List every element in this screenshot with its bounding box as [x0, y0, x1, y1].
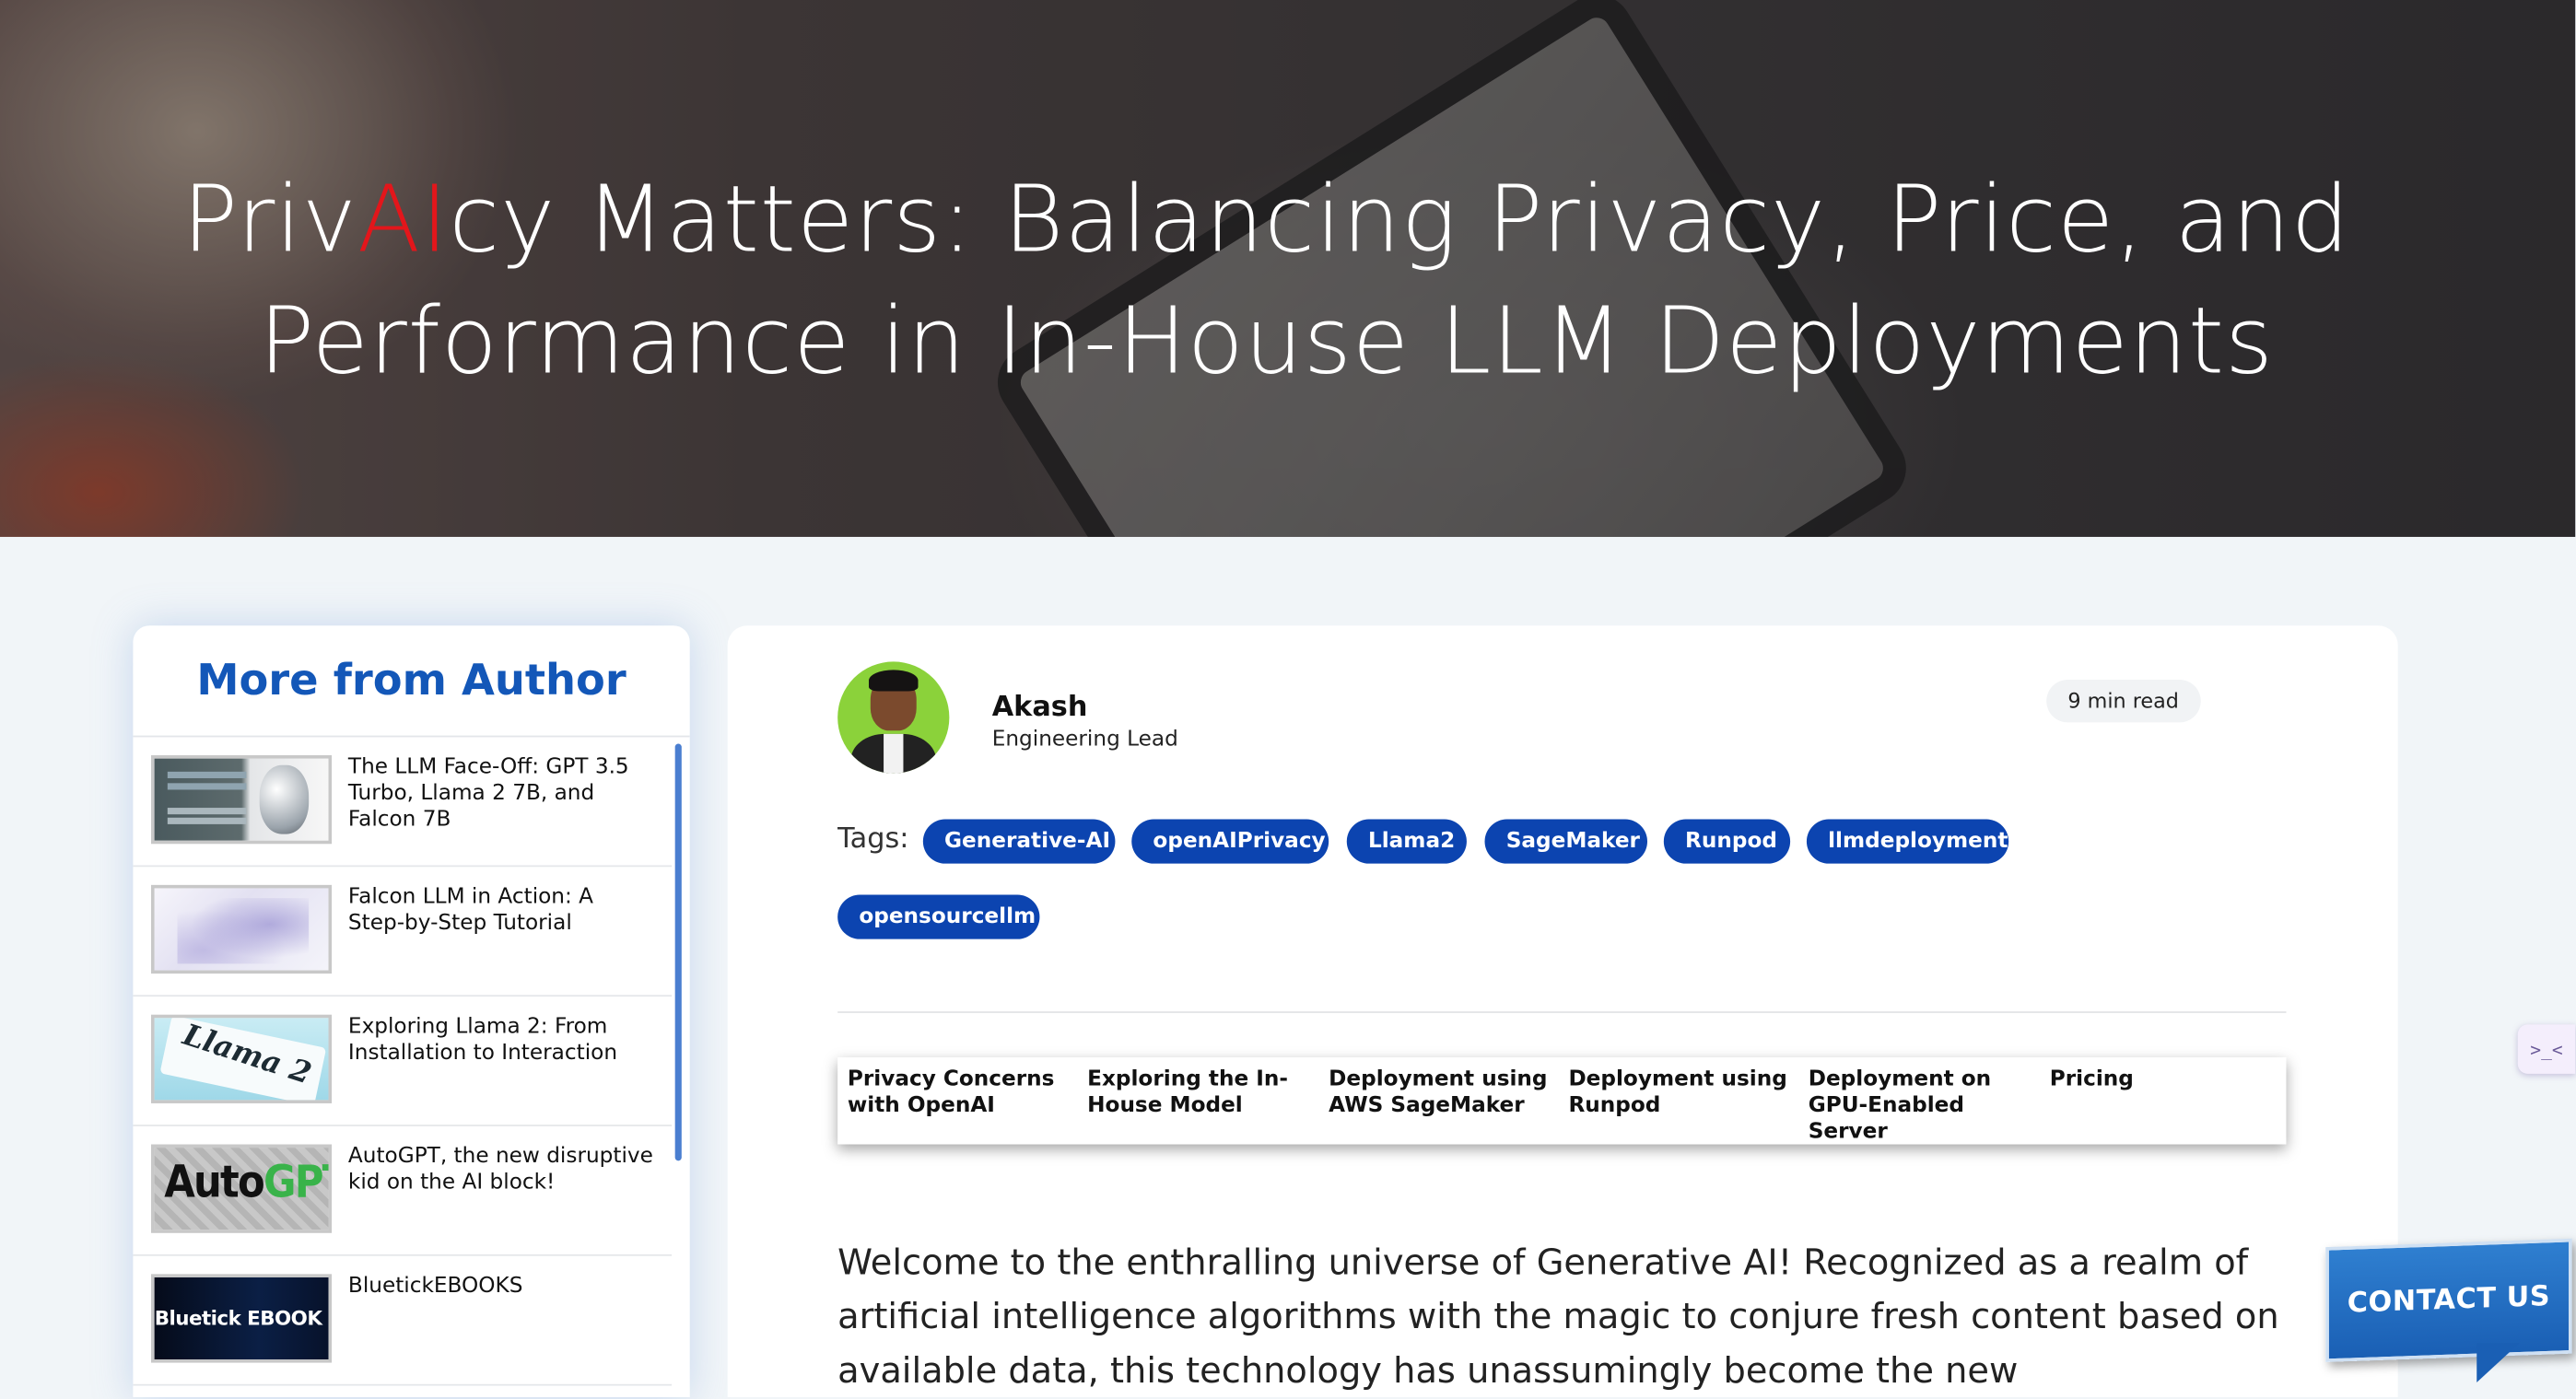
tag-runpod[interactable]: Runpod — [1663, 819, 1791, 864]
toc-item-pricing[interactable]: Pricing — [2050, 1067, 2273, 1094]
widget-icon: >_< — [2530, 1038, 2563, 1060]
hero-banner: PrivAIcy Matters: Balancing Privacy, Pri… — [0, 0, 2576, 537]
more-from-author-panel: More from Author The LLM Face-Off: GPT 3… — [133, 625, 690, 1398]
toc-item-gpu-server[interactable]: Deployment on GPU-Enabled Server — [1809, 1067, 2032, 1147]
post-thumbnail[interactable]: Bluetick EBOOK — [151, 1274, 333, 1363]
related-posts-list: The LLM Face-Off: GPT 3.5 Turbo, Llama 2… — [133, 737, 673, 1386]
section-divider — [837, 1011, 2287, 1013]
falcon-image — [177, 898, 310, 964]
robot-image — [259, 764, 310, 834]
thumbnail-text: Bluetick EBOOK — [154, 1306, 322, 1330]
floating-side-widget[interactable]: >_< — [2517, 1024, 2576, 1074]
related-post-item[interactable]: Falcon LLM in Action: A Step-by-Step Tut… — [133, 867, 673, 997]
tag-opensourcellm[interactable]: opensourcellm — [837, 894, 1040, 939]
related-post-title[interactable]: Exploring Llama 2: From Installation to … — [348, 1015, 654, 1067]
contact-speech-tail — [2476, 1343, 2520, 1382]
post-thumbnail[interactable] — [151, 884, 333, 974]
title-ai-highlight: AI — [357, 167, 450, 274]
related-post-title[interactable]: AutoGPT, the new disruptive kid on the A… — [348, 1145, 654, 1197]
related-post-item[interactable]: The LLM Face-Off: GPT 3.5 Turbo, Llama 2… — [133, 737, 673, 868]
table-of-contents: Privacy Concerns with OpenAI Exploring t… — [837, 1057, 2287, 1147]
sidebar-scrollbar[interactable] — [674, 743, 682, 1161]
tag-llmdeployment[interactable]: llmdeployment — [1806, 819, 2009, 864]
article-intro-paragraph: Welcome to the enthralling universe of G… — [837, 1242, 2279, 1393]
post-thumbnail[interactable]: AutoGPT — [151, 1144, 333, 1233]
read-time-badge: 9 min read — [2046, 680, 2201, 723]
related-post-title[interactable]: BluetickEBOOKS — [348, 1274, 654, 1300]
sidebar-title: More from Author — [196, 656, 626, 705]
contact-us-button[interactable]: CONTACT US — [2325, 1238, 2572, 1362]
tag-llama2[interactable]: Llama2 — [1346, 819, 1467, 864]
sidebar-header: More from Author — [133, 625, 690, 738]
author-avatar[interactable] — [837, 661, 950, 774]
toc-item-aws-sagemaker[interactable]: Deployment using AWS SageMaker — [1329, 1067, 1551, 1120]
related-post-item[interactable]: Llama 2 Exploring Llama 2: From Installa… — [133, 997, 673, 1126]
tags-label: Tags: — [837, 822, 909, 856]
related-post-item[interactable]: Bluetick EBOOK BluetickEBOOKS — [133, 1256, 673, 1386]
related-post-title[interactable]: Falcon LLM in Action: A Step-by-Step Tut… — [348, 885, 654, 938]
tag-openaiprivacy[interactable]: openAIPrivacy — [1131, 819, 1329, 864]
article-card: Akash Engineering Lead 9 min read Tags: … — [727, 625, 2398, 1398]
toc-item-privacy-concerns[interactable]: Privacy Concerns with OpenAI — [848, 1067, 1071, 1120]
tag-generative-ai[interactable]: Generative-AI — [922, 819, 1116, 864]
author-role: Engineering Lead — [991, 727, 1178, 752]
related-post-title[interactable]: The LLM Face-Off: GPT 3.5 Turbo, Llama 2… — [348, 755, 654, 834]
page-title: PrivAIcy Matters: Balancing Privacy, Pri… — [181, 167, 2350, 396]
toc-item-runpod[interactable]: Deployment using Runpod — [1568, 1067, 1791, 1120]
post-thumbnail[interactable] — [151, 755, 333, 845]
author-name[interactable]: Akash — [992, 692, 1088, 725]
autogpt-logo: AutoGPT — [164, 1157, 328, 1209]
post-thumbnail[interactable]: Llama 2 — [151, 1014, 333, 1103]
tag-sagemaker[interactable]: SageMaker — [1484, 819, 1648, 864]
toc-item-in-house-model[interactable]: Exploring the In-House Model — [1087, 1067, 1310, 1120]
related-post-item[interactable]: AutoGPT AutoGPT, the new disruptive kid … — [133, 1126, 673, 1256]
